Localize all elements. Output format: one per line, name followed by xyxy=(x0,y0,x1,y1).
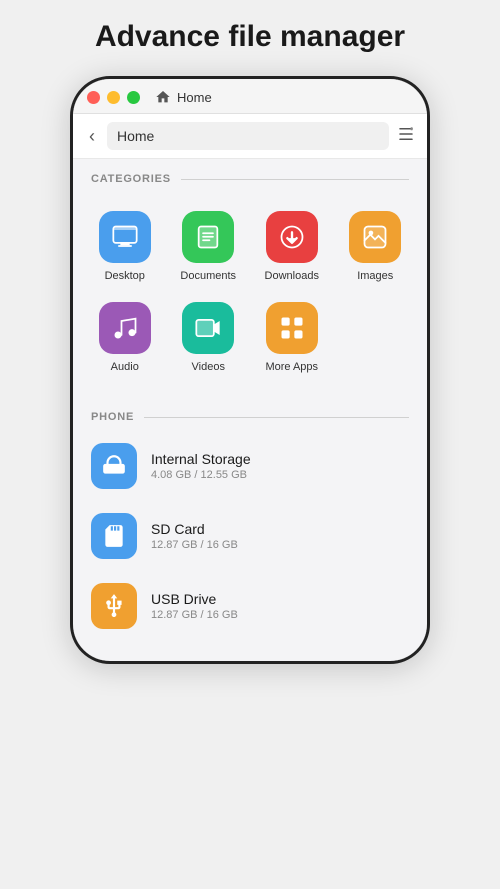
images-icon xyxy=(349,211,401,263)
window-bar: Home xyxy=(73,79,427,114)
page-title: Advance file manager xyxy=(95,20,405,54)
sd-card-size: 12.87 GB / 16 GB xyxy=(151,539,238,551)
categories-section-label: CATEGORIES xyxy=(73,159,427,193)
internal-storage-info: Internal Storage 4.08 GB / 12.55 GB xyxy=(151,451,251,481)
audio-icon xyxy=(99,302,151,354)
storage-section: Internal Storage 4.08 GB / 12.55 GB SD C… xyxy=(73,431,427,661)
category-downloads-label: Downloads xyxy=(265,270,319,282)
category-more-apps[interactable]: More Apps xyxy=(250,292,334,383)
list-view-icon[interactable] xyxy=(397,125,415,148)
sd-card-icon xyxy=(91,513,137,559)
category-videos-label: Videos xyxy=(192,361,225,373)
traffic-light-green[interactable] xyxy=(127,91,140,104)
phone-frame: Home ‹ CATEGORIES xyxy=(70,76,430,664)
category-more-apps-label: More Apps xyxy=(265,361,318,373)
nav-bar: ‹ xyxy=(73,114,427,159)
storage-item-sd[interactable]: SD Card 12.87 GB / 16 GB xyxy=(87,501,413,571)
internal-storage-name: Internal Storage xyxy=(151,451,251,467)
categories-grid: Desktop Documents xyxy=(73,193,427,397)
storage-item-internal[interactable]: Internal Storage 4.08 GB / 12.55 GB xyxy=(87,431,413,501)
internal-storage-size: 4.08 GB / 12.55 GB xyxy=(151,469,251,481)
traffic-light-yellow[interactable] xyxy=(107,91,120,104)
category-desktop[interactable]: Desktop xyxy=(83,201,167,292)
phone-section-label: PHONE xyxy=(73,397,427,431)
window-title-label: Home xyxy=(177,90,212,105)
back-button[interactable]: ‹ xyxy=(85,124,99,149)
more-apps-icon xyxy=(266,302,318,354)
sd-card-info: SD Card 12.87 GB / 16 GB xyxy=(151,521,238,551)
downloads-icon xyxy=(266,211,318,263)
usb-drive-name: USB Drive xyxy=(151,591,238,607)
category-audio[interactable]: Audio xyxy=(83,292,167,383)
category-downloads[interactable]: Downloads xyxy=(250,201,334,292)
traffic-light-red[interactable] xyxy=(87,91,100,104)
path-input[interactable] xyxy=(107,122,389,150)
category-desktop-label: Desktop xyxy=(105,270,145,282)
usb-drive-icon xyxy=(91,583,137,629)
window-title-bar: Home xyxy=(155,89,212,105)
category-videos[interactable]: Videos xyxy=(167,292,251,383)
app-content: ‹ CATEGORIES xyxy=(73,114,427,661)
usb-drive-size: 12.87 GB / 16 GB xyxy=(151,609,238,621)
internal-storage-icon xyxy=(91,443,137,489)
sd-card-name: SD Card xyxy=(151,521,238,537)
home-icon xyxy=(155,89,171,105)
storage-item-usb[interactable]: USB Drive 12.87 GB / 16 GB xyxy=(87,571,413,641)
category-images-label: Images xyxy=(357,270,393,282)
category-documents[interactable]: Documents xyxy=(167,201,251,292)
usb-drive-info: USB Drive 12.87 GB / 16 GB xyxy=(151,591,238,621)
videos-icon xyxy=(182,302,234,354)
category-documents-label: Documents xyxy=(180,270,236,282)
documents-icon xyxy=(182,211,234,263)
category-images[interactable]: Images xyxy=(334,201,418,292)
desktop-icon xyxy=(99,211,151,263)
category-audio-label: Audio xyxy=(111,361,139,373)
